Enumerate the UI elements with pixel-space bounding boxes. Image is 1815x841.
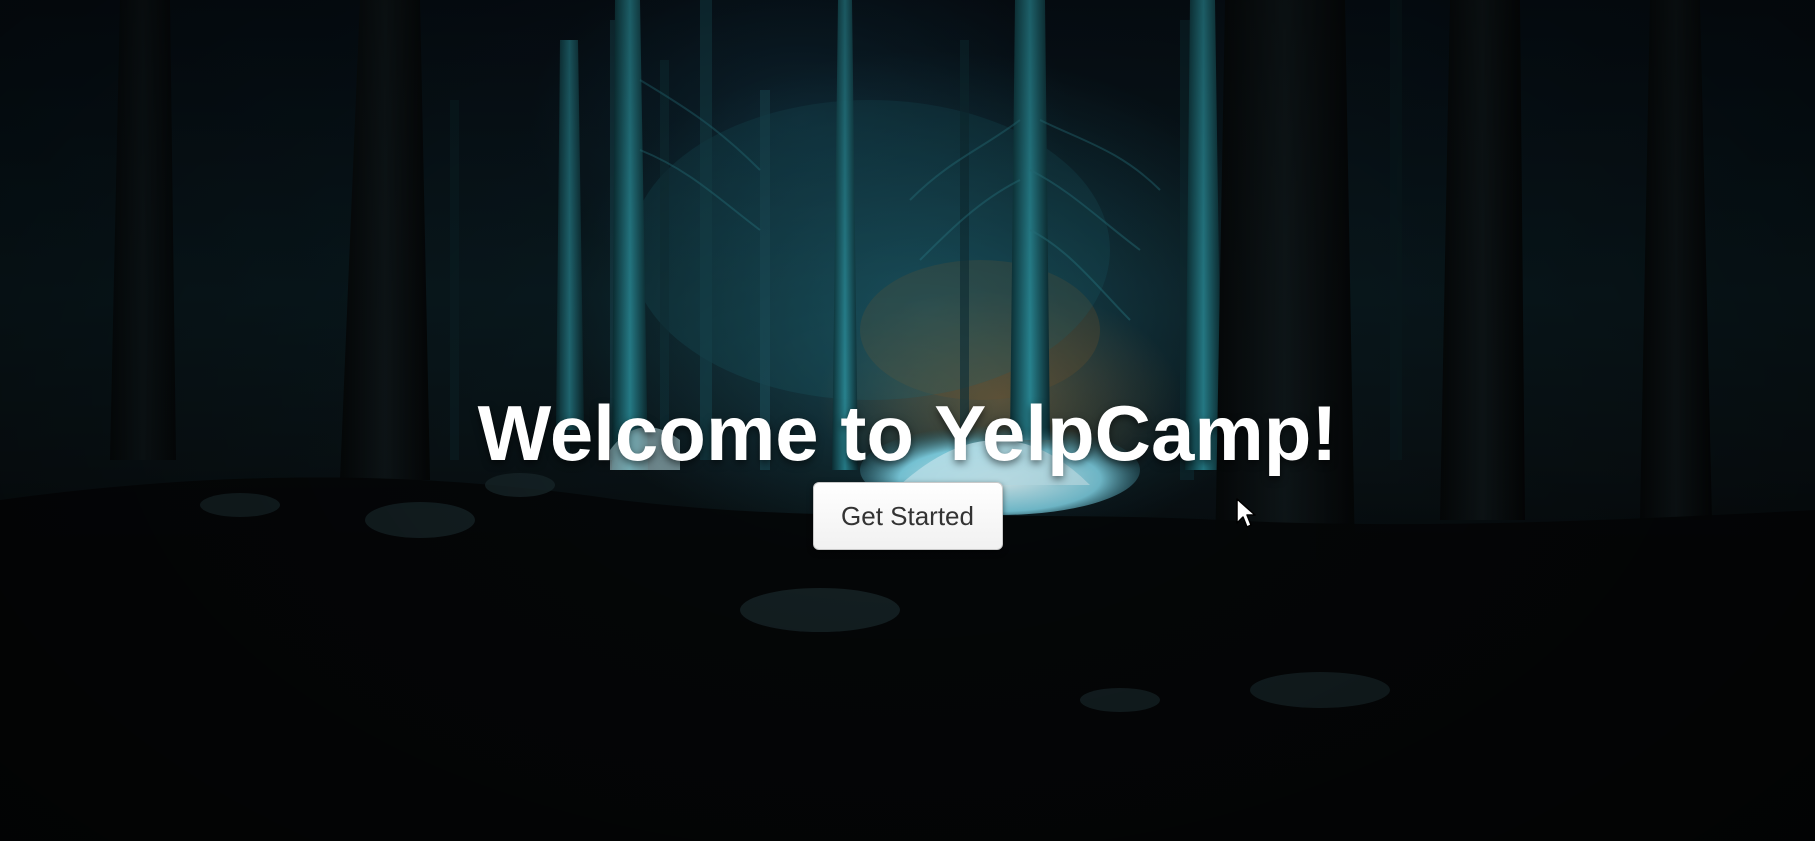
welcome-heading: Welcome to YelpCamp! <box>477 389 1338 477</box>
hero-section: Welcome to YelpCamp! Get Started <box>0 388 1815 550</box>
mouse-pointer-icon <box>1236 498 1256 528</box>
get-started-button[interactable]: Get Started <box>812 482 1003 550</box>
landing-page: Welcome to YelpCamp! Get Started <box>0 0 1815 841</box>
